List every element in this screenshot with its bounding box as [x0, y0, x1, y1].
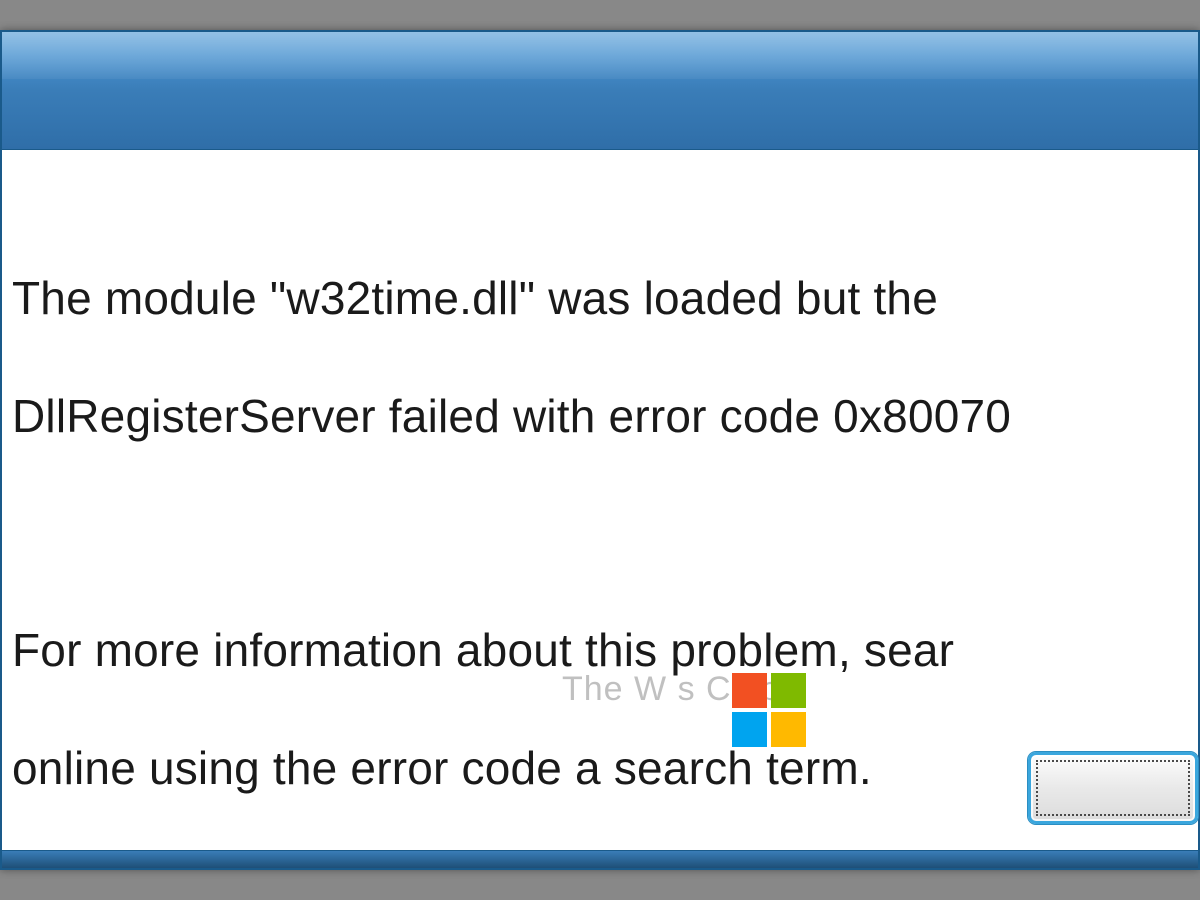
logo-square-green	[771, 673, 806, 708]
logo-square-blue	[732, 712, 767, 747]
error-message-line2: DllRegisterServer failed with error code…	[12, 387, 1188, 446]
ok-button[interactable]	[1028, 752, 1198, 824]
microsoft-logo-icon	[732, 673, 806, 747]
message-spacer	[12, 504, 1188, 562]
logo-square-yellow	[771, 712, 806, 747]
logo-square-red	[732, 673, 767, 708]
dialog-button-row	[998, 752, 1198, 830]
dialog-titlebar[interactable]	[2, 32, 1198, 150]
error-message-line3: For more information about this problem,…	[12, 621, 1188, 680]
error-message-line1: The module "w32time.dll" was loaded but …	[12, 269, 1188, 328]
error-dialog: The module "w32time.dll" was loaded but …	[0, 30, 1200, 870]
dialog-bottom-frame	[2, 850, 1198, 868]
dialog-body: The module "w32time.dll" was loaded but …	[2, 150, 1198, 858]
